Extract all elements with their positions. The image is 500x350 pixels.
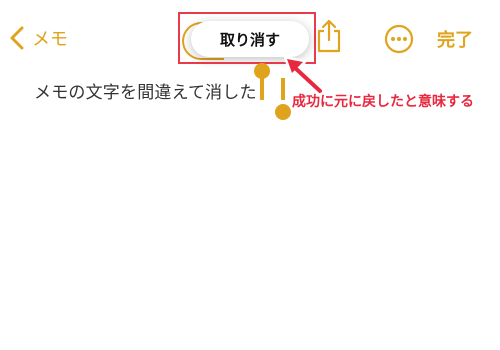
selection-start-bar [260, 78, 264, 100]
back-button-label: メモ [32, 29, 68, 50]
back-button[interactable]: メモ [10, 22, 68, 54]
note-body-text[interactable]: メモの文字を間違えて消した [34, 78, 257, 103]
chevron-left-icon [10, 26, 24, 50]
share-button[interactable] [316, 19, 342, 57]
notes-screen: メモ 完了 取り消す メモの文字を間違えて消した 成功に元に戻したと意味する [0, 0, 500, 350]
annotation-caption: 成功に元に戻したと意味する [292, 94, 474, 110]
share-icon [317, 19, 341, 53]
ellipsis-circle-icon [384, 24, 414, 54]
annotation-arrow-icon [284, 56, 324, 95]
selection-end-handle[interactable] [275, 104, 291, 120]
selection-start-handle[interactable] [254, 63, 270, 79]
done-button[interactable]: 完了 [437, 26, 473, 52]
more-button[interactable] [384, 24, 414, 58]
